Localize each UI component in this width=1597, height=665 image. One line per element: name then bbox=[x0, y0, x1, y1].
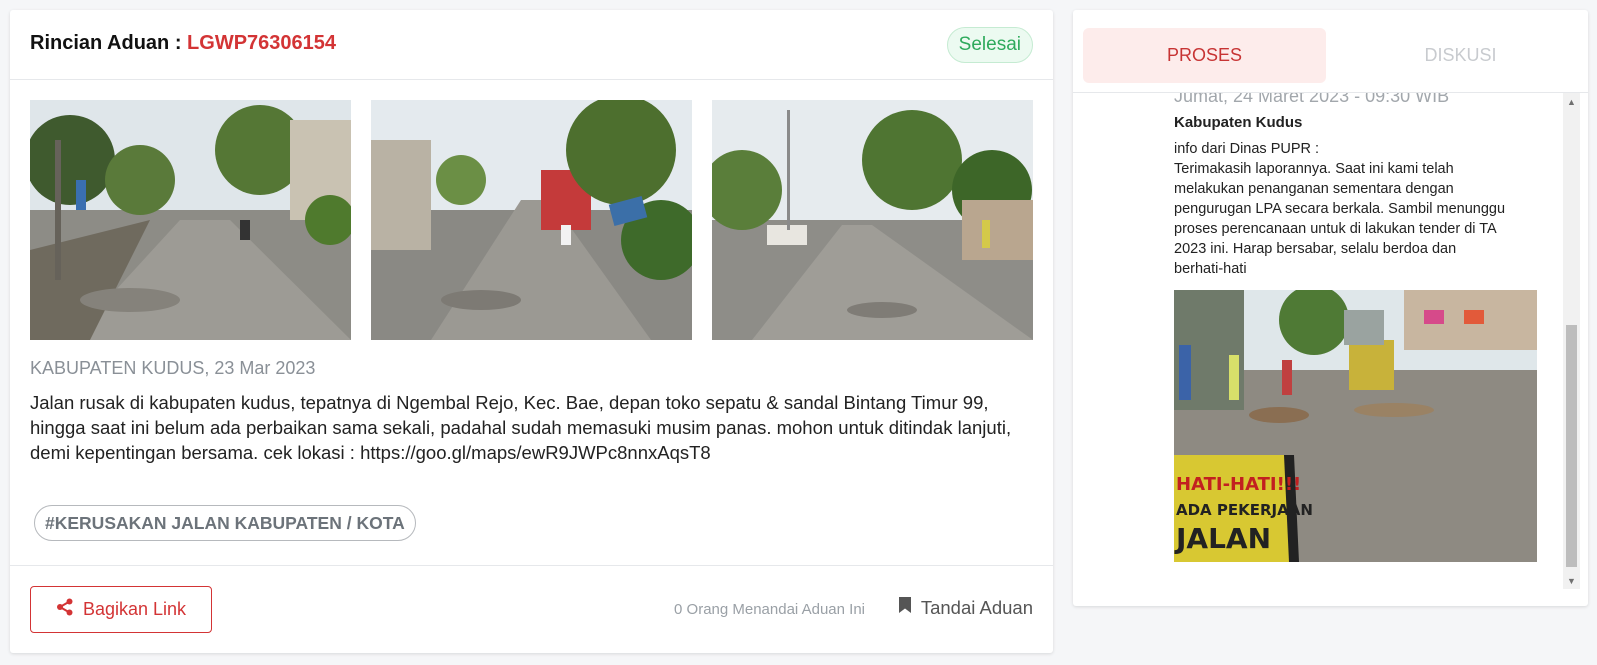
mark-count: 0 Orang Menandai Aduan Ini bbox=[674, 601, 865, 618]
description-line: demi kepentingan bersama. cek lokasi : h… bbox=[30, 442, 711, 463]
complaint-detail-card: Rincian Aduan : LGWP76306154 Selesai KAB… bbox=[10, 10, 1053, 653]
category-tag[interactable]: #KERUSAKAN JALAN KABUPATEN / KOTA bbox=[34, 505, 416, 541]
card-footer: Bagikan Link 0 Orang Menandai Aduan Ini … bbox=[10, 565, 1053, 653]
feed-message-line: pengurugan LPA secara berkala. Sambil me… bbox=[1174, 201, 1506, 217]
tab-bar: PROSES DISKUSI bbox=[1073, 10, 1588, 93]
warning-sign-text-3: JALAN bbox=[1174, 522, 1271, 555]
title-prefix: Rincian Aduan : bbox=[30, 32, 182, 54]
mark-complaint-button[interactable]: Tandai Aduan bbox=[898, 596, 1033, 619]
photo-gallery bbox=[30, 100, 1033, 340]
process-feed: Jumat, 24 Maret 2023 - 09:30 WIB Kabupat… bbox=[1073, 93, 1573, 588]
feed-message-line: berhati-hati bbox=[1174, 261, 1247, 277]
warning-sign-text-1: HATI-HATI!!! bbox=[1176, 474, 1301, 495]
feed-date: Jumat, 24 Maret 2023 - 09:30 WIB bbox=[1174, 93, 1450, 106]
location-date: KABUPATEN KUDUS, 23 Mar 2023 bbox=[30, 358, 316, 378]
road-photo-1[interactable] bbox=[30, 100, 351, 340]
roadwork-photo[interactable]: HATI-HATI!!! ADA PEKERJAAN JALAN bbox=[1174, 290, 1537, 562]
page-title: Rincian Aduan : LGWP76306154 bbox=[30, 32, 336, 55]
tab-diskusi[interactable]: DISKUSI bbox=[1339, 28, 1582, 83]
description-line: Jalan rusak di kabupaten kudus, tepatnya… bbox=[30, 392, 989, 413]
feed-message-line: melakukan penanganan sementara dengan bbox=[1174, 181, 1454, 197]
complaint-description: Jalan rusak di kabupaten kudus, tepatnya… bbox=[30, 390, 1030, 465]
tab-proses[interactable]: PROSES bbox=[1083, 28, 1326, 83]
road-photo-3[interactable] bbox=[712, 100, 1033, 340]
card-header: Rincian Aduan : LGWP76306154 Selesai bbox=[10, 10, 1053, 80]
feed-message-line: 2023 ini. Harap bersabar, selalu berdoa … bbox=[1174, 241, 1457, 257]
feed-scrollbar[interactable]: ▲ ▼ bbox=[1563, 93, 1580, 589]
process-panel: PROSES DISKUSI Jumat, 24 Maret 2023 - 09… bbox=[1073, 10, 1588, 606]
complaint-code: LGWP76306154 bbox=[187, 32, 337, 54]
feed-message-line: info dari Dinas PUPR : bbox=[1174, 141, 1320, 157]
feed-message-line: Terimakasih laporannya. Saat ini kami te… bbox=[1174, 161, 1454, 177]
scroll-down-icon[interactable]: ▼ bbox=[1563, 572, 1580, 589]
feed-message: info dari Dinas PUPR : Terimakasih lapor… bbox=[1174, 139, 1539, 279]
feed-author: Kabupaten Kudus bbox=[1174, 114, 1303, 131]
share-link-label: Bagikan Link bbox=[82, 599, 187, 619]
description-line: hingga saat ini belum ada perbaikan sama… bbox=[30, 417, 1012, 438]
share-icon bbox=[56, 598, 74, 621]
share-link-button[interactable]: Bagikan Link bbox=[30, 586, 212, 633]
road-photo-2[interactable] bbox=[371, 100, 692, 340]
mark-complaint-label: Tandai Aduan bbox=[920, 596, 1033, 618]
bookmark-icon bbox=[898, 596, 912, 619]
scroll-up-icon[interactable]: ▲ bbox=[1563, 93, 1580, 110]
status-badge: Selesai bbox=[946, 27, 1033, 63]
feed-message-line: proses perencanaan untuk di lakukan tend… bbox=[1174, 221, 1497, 237]
scroll-thumb[interactable] bbox=[1566, 325, 1577, 567]
warning-sign-text-2: ADA PEKERJAAN bbox=[1176, 501, 1313, 519]
